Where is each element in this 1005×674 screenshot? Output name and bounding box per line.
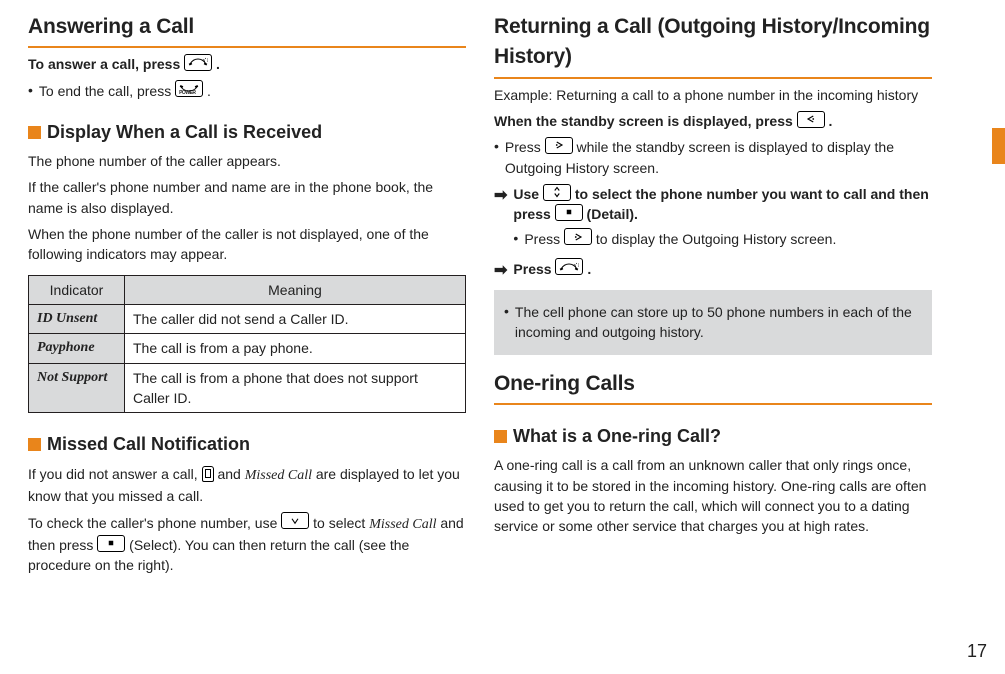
missed-p2: To check the caller's phone number, use … (28, 513, 466, 576)
svg-text:ﾍﾟｱ: ﾍﾟｱ (573, 261, 579, 267)
end-call-row: • To end the call, press POWER . (28, 81, 466, 101)
subhead-what-onering: What is a One-ring Call? (494, 423, 932, 449)
example-text: Example: Returning a call to a phone num… (494, 85, 932, 105)
updown-key-icon (543, 184, 571, 201)
subhead-missed: Missed Call Notification (28, 431, 466, 457)
onering-body: A one-ring call is a call from an unknow… (494, 455, 932, 536)
subhead-display-call: Display When a Call is Received (28, 119, 466, 145)
table-row: ID Unsent The caller did not send a Call… (29, 304, 466, 333)
missed-p1: If you did not answer a call, and Missed… (28, 463, 466, 507)
storage-note: • The cell phone can store up to 50 phon… (494, 290, 932, 355)
phone-device-icon (202, 466, 214, 482)
table-row: Not Support The call is from a phone tha… (29, 363, 466, 413)
orange-square-icon (494, 430, 507, 443)
right-key-icon (564, 228, 592, 245)
power-key-icon: POWER (175, 80, 203, 97)
orange-square-icon (28, 126, 41, 139)
call-key-icon: ﾍﾟｱ (184, 54, 212, 71)
press-call-step: ➡ Press ﾍﾟｱ . (494, 259, 932, 282)
display-p1: The phone number of the caller appears. (28, 151, 466, 171)
display-p2: If the caller's phone number and name ar… (28, 177, 466, 218)
outgoing-bullet: • Press while the standby screen is disp… (494, 137, 932, 178)
orange-square-icon (28, 438, 41, 451)
side-tab: Making and Answering Calls (978, 128, 1005, 350)
table-row: Payphone The call is from a pay phone. (29, 334, 466, 363)
heading-answering: Answering a Call (28, 12, 466, 48)
call-key-icon: ﾍﾟｱ (555, 258, 583, 275)
page-number: 17 (967, 638, 987, 664)
right-key-icon (545, 137, 573, 154)
orange-tab-icon (992, 128, 1005, 164)
center-key-icon (97, 535, 125, 552)
heading-onering: One-ring Calls (494, 369, 932, 405)
heading-returning: Returning a Call (Outgoing History/Incom… (494, 12, 932, 79)
table-header-meaning: Meaning (125, 275, 466, 304)
left-key-icon (797, 111, 825, 128)
indicator-table: Indicator Meaning ID Unsent The caller d… (28, 275, 466, 413)
table-header-indicator: Indicator (29, 275, 125, 304)
standby-instruction: When the standby screen is displayed, pr… (494, 111, 932, 131)
down-key-icon (281, 512, 309, 529)
answer-instruction: To answer a call, press ﾍﾟｱ . (28, 54, 466, 74)
center-key-icon (555, 204, 583, 221)
display-p3: When the phone number of the caller is n… (28, 224, 466, 265)
use-step: ➡ Use to select the phone number you wan… (494, 184, 932, 253)
svg-text:ﾍﾟｱ: ﾍﾟｱ (202, 57, 208, 63)
